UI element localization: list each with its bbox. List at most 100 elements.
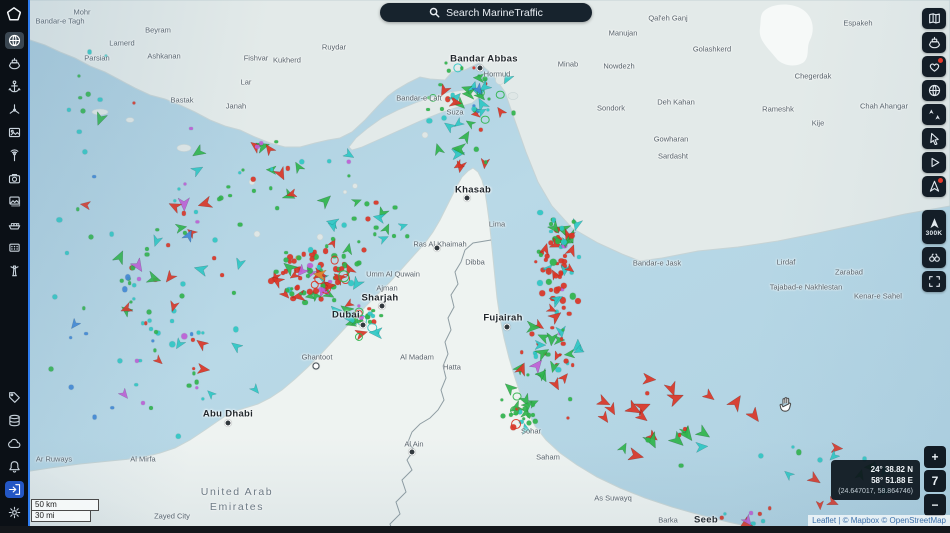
dashboard-panel-icon[interactable] [5, 239, 24, 256]
vessel-marker[interactable] [141, 401, 145, 406]
vessel-marker[interactable] [127, 281, 132, 285]
vessel-marker[interactable] [219, 273, 224, 277]
vessel-marker[interactable] [555, 238, 561, 244]
marinetraffic-logo-icon[interactable] [5, 5, 24, 22]
vessel-marker[interactable] [405, 234, 409, 238]
photo-card-icon[interactable] [5, 124, 24, 141]
vessel-marker[interactable] [283, 257, 289, 262]
vessel-marker[interactable] [511, 110, 517, 116]
search-bar[interactable]: Search MarineTraffic [380, 3, 592, 22]
map-layers-button[interactable] [922, 8, 946, 29]
vessel-marker[interactable] [212, 256, 217, 260]
vessel-marker[interactable] [678, 463, 684, 468]
vessel-marker[interactable] [48, 366, 54, 372]
vessel-types-button[interactable] [922, 32, 946, 53]
vessel-marker[interactable] [217, 197, 221, 202]
vessel-marker[interactable] [298, 291, 303, 296]
vessel-marker[interactable] [68, 335, 73, 340]
vessel-marker[interactable] [144, 252, 150, 258]
cloud-services-icon[interactable] [5, 435, 24, 452]
vessel-marker[interactable] [560, 341, 566, 346]
vessel-marker[interactable] [371, 314, 376, 319]
vessel-marker[interactable] [250, 176, 256, 182]
vessel-marker[interactable] [183, 182, 187, 186]
vessel-marker[interactable] [495, 90, 505, 99]
vessel-marker[interactable] [189, 126, 194, 131]
vessel-marker[interactable] [637, 371, 657, 385]
vessel-marker[interactable] [148, 326, 153, 331]
vessel-marker[interactable] [530, 339, 548, 351]
cargo-vessels-icon[interactable] [5, 216, 24, 233]
vessel-marker[interactable] [283, 250, 288, 255]
vessel-marker[interactable] [228, 193, 233, 198]
fleet-button[interactable] [922, 104, 946, 125]
photos-icon[interactable] [5, 193, 24, 210]
vessel-marker[interactable] [132, 283, 137, 287]
vessel-marker[interactable] [194, 379, 200, 385]
vessel-marker[interactable] [87, 49, 92, 55]
vessel-marker[interactable] [237, 222, 243, 227]
ais-stations-icon[interactable] [5, 147, 24, 164]
vessel-marker[interactable] [367, 307, 371, 311]
vessel-marker[interactable] [444, 61, 448, 65]
vessel-marker[interactable] [539, 290, 545, 296]
vessel-marker[interactable] [450, 92, 456, 98]
vessel-marker[interactable] [68, 385, 74, 390]
vessel-marker[interactable] [338, 270, 350, 282]
globe-view-button[interactable] [922, 80, 946, 101]
vessel-marker[interactable] [575, 298, 582, 304]
vessel-marker[interactable] [351, 216, 357, 221]
vessel-marker[interactable] [361, 247, 366, 253]
vessel-marker[interactable] [568, 397, 572, 402]
vessel-marker[interactable] [88, 234, 94, 240]
settings-icon[interactable] [5, 504, 24, 521]
vessel-marker[interactable] [373, 225, 379, 230]
fullscreen-button[interactable] [922, 271, 946, 292]
vessel-marker[interactable] [426, 107, 431, 112]
vessel-marker[interactable] [138, 358, 143, 363]
vessel-marker[interactable] [570, 363, 575, 367]
vessel-marker[interactable] [354, 261, 360, 267]
vessel-marker[interactable] [327, 159, 331, 163]
vessel-marker[interactable] [571, 219, 576, 224]
vessel-marker[interactable] [92, 174, 97, 179]
vessel-marker[interactable] [313, 287, 320, 294]
vessel-marker[interactable] [92, 414, 97, 420]
zoom-out-button[interactable]: − [924, 494, 946, 516]
vessel-marker[interactable] [346, 159, 351, 164]
vessel-marker[interactable] [301, 251, 306, 257]
cruise-ship-icon[interactable] [5, 55, 24, 72]
vessel-marker[interactable] [330, 256, 339, 265]
vessel-marker[interactable] [275, 206, 280, 211]
vessel-marker[interactable] [196, 330, 201, 335]
vessel-marker[interactable] [815, 496, 825, 514]
vessel-marker[interactable] [241, 168, 245, 172]
vessel-marker[interactable] [146, 309, 152, 315]
vessel-marker[interactable] [290, 286, 294, 291]
vessel-marker[interactable] [561, 305, 567, 310]
wind-farms-icon[interactable] [5, 101, 24, 118]
vessel-marker[interactable] [80, 108, 86, 114]
vessel-marker[interactable] [379, 313, 383, 318]
vessel-marker[interactable] [141, 321, 145, 325]
vessel-marker[interactable] [86, 91, 91, 97]
tags-icon[interactable] [5, 389, 24, 406]
vessel-marker[interactable] [76, 207, 80, 211]
vessel-marker[interactable] [441, 115, 447, 121]
vessel-marker[interactable] [84, 331, 88, 336]
vessel-marker[interactable] [537, 209, 544, 216]
vessel-marker[interactable] [153, 330, 158, 335]
vessel-marker[interactable] [149, 405, 153, 410]
vessel-marker[interactable] [237, 170, 242, 175]
vessel-marker[interactable] [748, 510, 753, 515]
vessel-marker[interactable] [319, 279, 338, 292]
vessel-count-button[interactable]: 300K [922, 210, 946, 244]
vessel-marker[interactable] [110, 406, 115, 410]
vessel-marker[interactable] [309, 256, 315, 262]
vessel-marker[interactable] [367, 326, 387, 340]
vessel-marker[interactable] [166, 243, 171, 248]
vessel-marker[interactable] [533, 259, 538, 264]
camera-icon[interactable] [5, 170, 24, 187]
vessel-marker[interactable] [426, 95, 431, 100]
vessel-marker[interactable] [767, 506, 772, 510]
